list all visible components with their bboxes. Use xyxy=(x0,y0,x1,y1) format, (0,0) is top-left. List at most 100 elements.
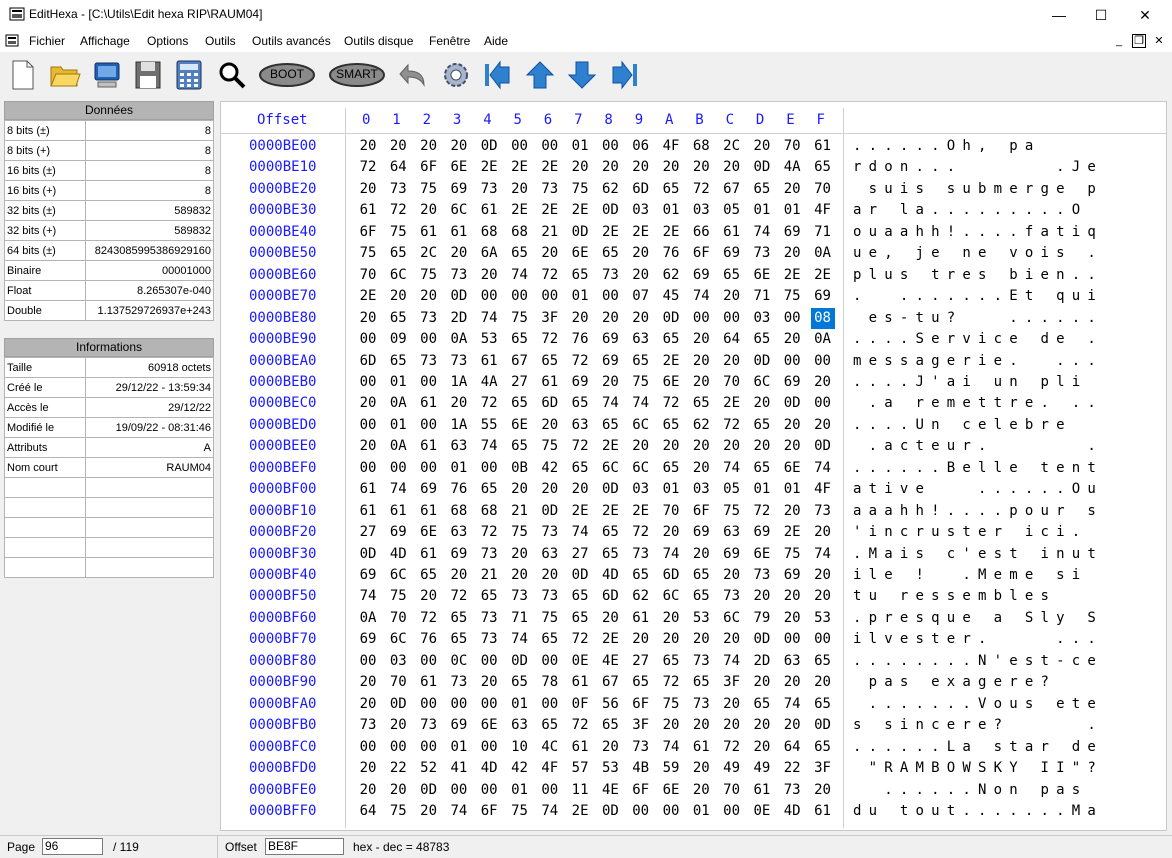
hex-byte[interactable]: 20 xyxy=(750,588,774,604)
hex-byte[interactable]: 2E xyxy=(508,159,532,175)
menu-outils[interactable]: Outils xyxy=(205,34,236,48)
hex-byte[interactable]: 00 xyxy=(811,631,835,647)
hex-byte[interactable]: 75 xyxy=(386,803,410,819)
hex-byte[interactable]: 03 xyxy=(689,481,713,497)
ascii-text[interactable]: tu ressembles xyxy=(853,588,1103,604)
hex-byte[interactable]: 20 xyxy=(356,138,380,154)
hex-byte[interactable]: 72 xyxy=(386,202,410,218)
hex-byte[interactable]: 6C xyxy=(629,417,653,433)
hex-byte[interactable]: 6E xyxy=(750,546,774,562)
hex-byte[interactable]: 20 xyxy=(629,245,653,261)
hex-byte[interactable]: 62 xyxy=(689,417,713,433)
hex-byte[interactable]: 61 xyxy=(417,546,441,562)
hex-byte[interactable]: 20 xyxy=(659,631,683,647)
hex-byte[interactable]: 20 xyxy=(568,159,592,175)
hex-byte[interactable]: 0D xyxy=(477,138,501,154)
hex-byte[interactable]: 74 xyxy=(689,288,713,304)
hex-byte[interactable]: 20 xyxy=(508,546,532,562)
hex-byte[interactable]: 20 xyxy=(720,353,744,369)
hex-byte[interactable]: 61 xyxy=(538,374,562,390)
hex-byte[interactable]: 00 xyxy=(477,460,501,476)
hex-byte[interactable]: 0D xyxy=(356,546,380,562)
hex-byte[interactable]: 69 xyxy=(689,524,713,540)
hex-byte[interactable]: 73 xyxy=(447,674,471,690)
hex-byte[interactable]: 01 xyxy=(447,739,471,755)
hex-byte[interactable]: 4A xyxy=(477,374,501,390)
hex-byte[interactable]: 73 xyxy=(689,653,713,669)
hex-byte[interactable]: 70 xyxy=(386,674,410,690)
ascii-text[interactable]: ....Service de . xyxy=(853,331,1103,347)
hex-byte[interactable]: 61 xyxy=(356,202,380,218)
hex-byte[interactable]: 20 xyxy=(417,202,441,218)
hex-byte[interactable]: 00 xyxy=(356,739,380,755)
hex-byte[interactable]: 20 xyxy=(598,610,622,626)
hex-byte[interactable]: 00 xyxy=(629,803,653,819)
hex-byte[interactable]: 73 xyxy=(811,503,835,519)
hex-byte[interactable]: 41 xyxy=(447,760,471,776)
hex-byte[interactable]: 64 xyxy=(780,739,804,755)
hex-byte[interactable]: 73 xyxy=(447,353,471,369)
hex-byte[interactable]: 00 xyxy=(477,696,501,712)
hex-byte[interactable]: 20 xyxy=(780,331,804,347)
hex-byte[interactable]: 2E xyxy=(598,224,622,240)
hex-byte[interactable]: 76 xyxy=(568,331,592,347)
hex-byte[interactable]: 20 xyxy=(689,438,713,454)
hex-byte[interactable]: 2E xyxy=(780,524,804,540)
hex-byte[interactable]: 0E xyxy=(568,653,592,669)
ascii-text[interactable]: ar la.........O xyxy=(853,202,1087,218)
hex-byte[interactable]: 4F xyxy=(659,138,683,154)
ascii-text[interactable]: .acteur. . xyxy=(853,438,1103,454)
hex-byte[interactable]: 21 xyxy=(508,503,532,519)
hex-byte[interactable]: 75 xyxy=(508,524,532,540)
hex-byte[interactable]: 20 xyxy=(447,245,471,261)
hex-byte[interactable]: 3F xyxy=(720,674,744,690)
hex-byte[interactable]: 61 xyxy=(417,438,441,454)
hex-byte[interactable]: 72 xyxy=(356,159,380,175)
hex-byte[interactable]: 73 xyxy=(538,588,562,604)
hex-byte[interactable]: 69 xyxy=(720,245,744,261)
hex-byte[interactable]: 21 xyxy=(538,224,562,240)
hex-byte[interactable]: 6C xyxy=(659,588,683,604)
hex-byte[interactable]: 65 xyxy=(689,567,713,583)
hex-byte[interactable]: 4B xyxy=(629,760,653,776)
hex-byte[interactable]: 00 xyxy=(720,310,744,326)
hex-byte[interactable]: 0D xyxy=(538,503,562,519)
hex-byte[interactable]: 73 xyxy=(629,739,653,755)
hex-byte[interactable]: 20 xyxy=(386,138,410,154)
hex-byte[interactable]: 65 xyxy=(750,696,774,712)
hex-byte[interactable]: 20 xyxy=(629,159,653,175)
ascii-text[interactable]: . .......Et qui xyxy=(853,288,1103,304)
hex-byte[interactable]: 20 xyxy=(780,417,804,433)
hex-byte[interactable]: 00 xyxy=(689,310,713,326)
hex-byte[interactable]: 74 xyxy=(477,438,501,454)
hex-byte[interactable]: 00 xyxy=(386,739,410,755)
hex-byte[interactable]: 20 xyxy=(447,567,471,583)
hex-byte[interactable]: 65 xyxy=(386,245,410,261)
hex-byte[interactable]: 74 xyxy=(538,803,562,819)
hex-byte[interactable]: 00 xyxy=(538,288,562,304)
hex-byte[interactable]: 3F xyxy=(811,760,835,776)
hex-byte[interactable]: 61 xyxy=(417,503,441,519)
hex-byte[interactable]: 00 xyxy=(417,653,441,669)
hex-byte[interactable]: 65 xyxy=(538,631,562,647)
hex-byte[interactable]: 75 xyxy=(356,245,380,261)
hex-byte[interactable]: 74 xyxy=(811,460,835,476)
hex-byte[interactable]: 20 xyxy=(750,138,774,154)
hex-byte[interactable]: 20 xyxy=(811,674,835,690)
hex-byte[interactable]: 73 xyxy=(689,696,713,712)
hex-byte[interactable]: 75 xyxy=(780,546,804,562)
boot-button[interactable]: BOOT xyxy=(258,59,316,91)
hex-byte[interactable]: 68 xyxy=(477,224,501,240)
hex-byte[interactable]: 65 xyxy=(689,674,713,690)
hex-byte[interactable]: 61 xyxy=(417,224,441,240)
hex-byte[interactable]: 01 xyxy=(568,288,592,304)
hex-byte[interactable]: 2D xyxy=(750,653,774,669)
hex-byte[interactable]: 68 xyxy=(477,503,501,519)
hex-byte[interactable]: 2E xyxy=(568,503,592,519)
hex-byte[interactable]: 65 xyxy=(750,331,774,347)
hex-byte[interactable]: 53 xyxy=(477,331,501,347)
hex-byte[interactable]: 71 xyxy=(811,224,835,240)
hex-byte[interactable]: 20 xyxy=(811,782,835,798)
ascii-text[interactable]: ......Non pas xyxy=(853,782,1103,798)
hex-byte[interactable]: 65 xyxy=(811,653,835,669)
